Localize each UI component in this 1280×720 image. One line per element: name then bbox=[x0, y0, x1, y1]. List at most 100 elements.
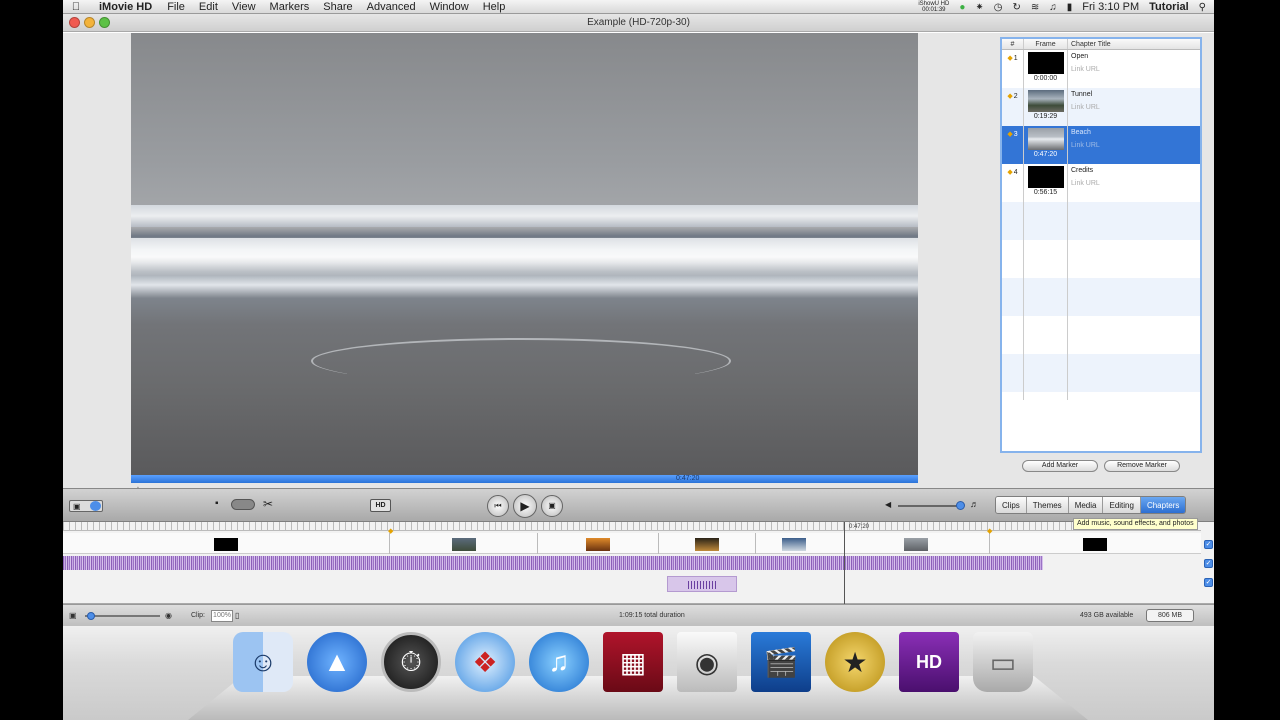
zoom-out-icon[interactable]: ▣ bbox=[69, 605, 77, 627]
menu-edit[interactable]: Edit bbox=[199, 1, 218, 13]
total-duration: 1:09:15 total duration bbox=[619, 612, 685, 619]
clip-zoom-field[interactable]: 100% bbox=[211, 610, 233, 622]
battery-icon[interactable]: ▮ bbox=[1067, 2, 1073, 13]
tab-themes[interactable]: Themes bbox=[1026, 497, 1069, 513]
clip-thumbnail[interactable] bbox=[782, 538, 806, 551]
timeline[interactable]: 0:47:20 ◆ ◆ ✓ ✓ ✓ bbox=[63, 522, 1214, 604]
col-title-header[interactable]: Chapter Title bbox=[1068, 39, 1200, 49]
chapter-title-cell[interactable]: Open Link URL bbox=[1068, 50, 1200, 88]
app-store-icon[interactable]: ▲ bbox=[307, 632, 367, 692]
camera-mode-switch[interactable] bbox=[231, 499, 255, 510]
clip-thumbnail[interactable] bbox=[214, 538, 238, 551]
tab-clips[interactable]: Clips bbox=[996, 497, 1027, 513]
menu-markers[interactable]: Markers bbox=[270, 1, 310, 13]
clip-thumbnail[interactable] bbox=[904, 538, 928, 551]
clip-thumbnail[interactable] bbox=[452, 538, 476, 551]
timeline-ruler[interactable] bbox=[63, 522, 1201, 531]
preview-icon[interactable]: ◉ bbox=[677, 632, 737, 692]
audio-clip[interactable] bbox=[667, 576, 737, 592]
clock[interactable]: Fri 3:10 PM bbox=[1082, 1, 1139, 13]
chapter-row-selected[interactable]: ◆3 0:47:20 Beach Link URL bbox=[1002, 126, 1200, 164]
timeline-zoom-slider[interactable] bbox=[85, 615, 160, 617]
zoom-in-icon[interactable]: ◉ bbox=[165, 605, 172, 627]
view-toggle[interactable]: ▣ bbox=[69, 500, 103, 512]
imovie-icon[interactable]: ★ bbox=[825, 632, 885, 692]
tab-editing[interactable]: Editing bbox=[1103, 497, 1141, 513]
col-number-header[interactable]: # bbox=[1002, 39, 1024, 49]
scissors-icon[interactable]: ✂ bbox=[263, 497, 273, 511]
user-menu[interactable]: Tutorial bbox=[1149, 1, 1189, 13]
menu-help[interactable]: Help bbox=[483, 1, 506, 13]
remove-marker-button[interactable]: Remove Marker bbox=[1104, 460, 1180, 472]
clip-view-icon[interactable]: ▣ bbox=[73, 502, 81, 511]
imovie-hd-icon[interactable]: HD bbox=[899, 632, 959, 692]
chapter-row[interactable]: ◆1 0:00:00 Open Link URL bbox=[1002, 50, 1200, 88]
chapter-title-cell[interactable]: Credits Link URL bbox=[1068, 164, 1200, 202]
audio-track[interactable] bbox=[63, 556, 1043, 570]
clip-thumbnail[interactable] bbox=[695, 538, 719, 551]
play-button[interactable]: ▶ bbox=[513, 494, 537, 518]
ishowu-status[interactable]: iShowU HD 00:01:39 bbox=[918, 1, 949, 13]
timeline-zoom-knob[interactable] bbox=[87, 612, 95, 620]
close-button[interactable] bbox=[69, 17, 80, 28]
menu-file[interactable]: File bbox=[167, 1, 185, 13]
bluetooth-icon[interactable]: ⁕ bbox=[975, 2, 983, 13]
empty-cell bbox=[1024, 354, 1068, 392]
menu-advanced[interactable]: Advanced bbox=[367, 1, 416, 13]
chapter-title[interactable]: Open bbox=[1071, 53, 1200, 60]
zoom-button[interactable] bbox=[99, 17, 110, 28]
menu-window[interactable]: Window bbox=[430, 1, 469, 13]
video-track[interactable]: ◆ ◆ bbox=[63, 528, 1201, 554]
rewind-button[interactable]: ⏮ bbox=[487, 495, 509, 517]
finder-icon[interactable]: ☺ bbox=[233, 632, 293, 692]
audio-track-checkbox[interactable]: ✓ bbox=[1204, 559, 1213, 568]
photo-booth-icon[interactable]: ▦ bbox=[603, 632, 663, 692]
col-frame-header[interactable]: Frame bbox=[1024, 39, 1068, 49]
chapter-link-url[interactable]: Link URL bbox=[1071, 104, 1200, 111]
scrubber-bar[interactable]: 0:47:20 bbox=[131, 475, 918, 483]
clip-zoom-stepper-icon[interactable]: ▯ bbox=[235, 605, 239, 627]
clip-thumbnail[interactable] bbox=[1083, 538, 1107, 551]
menu-app-name[interactable]: iMovie HD bbox=[99, 1, 152, 13]
volume-icon[interactable]: ♫ bbox=[1049, 2, 1057, 13]
itunes-icon[interactable]: ♫ bbox=[529, 632, 589, 692]
fullscreen-play-button[interactable]: ▣ bbox=[541, 495, 563, 517]
wifi-icon[interactable]: ≋ bbox=[1031, 2, 1039, 13]
chapter-link-url[interactable]: Link URL bbox=[1071, 180, 1200, 187]
chapter-title[interactable]: Credits bbox=[1071, 167, 1200, 174]
audio2-track-checkbox[interactable]: ✓ bbox=[1204, 578, 1213, 587]
chapter-marker-icon[interactable]: ◆ bbox=[987, 527, 992, 535]
timeline-view-icon[interactable] bbox=[90, 501, 101, 511]
chapter-marker-icon[interactable]: ◆ bbox=[388, 527, 393, 535]
menu-view[interactable]: View bbox=[232, 1, 256, 13]
volume-slider[interactable] bbox=[898, 505, 960, 507]
chapter-link-url[interactable]: Link URL bbox=[1071, 66, 1200, 73]
time-machine-icon[interactable]: ◷ bbox=[994, 2, 1003, 13]
chapter-row[interactable]: ◆4 0:56:15 Credits Link URL bbox=[1002, 164, 1200, 202]
chapter-row[interactable]: ◆2 0:19:29 Tunnel Link URL bbox=[1002, 88, 1200, 126]
add-marker-button[interactable]: Add Marker bbox=[1022, 460, 1098, 472]
record-dot-icon[interactable]: ● bbox=[959, 2, 965, 13]
chapter-link-url[interactable]: Link URL bbox=[1071, 142, 1200, 149]
dashboard-icon[interactable]: ⏱ bbox=[381, 632, 441, 692]
camera-mode-icon[interactable]: ▪ bbox=[215, 498, 219, 509]
spotlight-icon[interactable]: ⚲ bbox=[1199, 2, 1206, 13]
volume-knob[interactable] bbox=[956, 501, 965, 510]
final-cut-icon[interactable]: 🎬 bbox=[751, 632, 811, 692]
chapter-title[interactable]: Beach bbox=[1071, 129, 1200, 136]
chapter-title[interactable]: Tunnel bbox=[1071, 91, 1200, 98]
timeline-playhead[interactable] bbox=[844, 522, 845, 604]
apple-menu-icon[interactable]:  bbox=[63, 1, 89, 13]
video-viewer[interactable] bbox=[131, 33, 918, 475]
chapter-title-cell[interactable]: Beach Link URL bbox=[1068, 126, 1200, 164]
menu-share[interactable]: Share bbox=[323, 1, 352, 13]
tab-media[interactable]: Media bbox=[1068, 497, 1104, 513]
video-track-checkbox[interactable]: ✓ bbox=[1204, 540, 1213, 549]
trash-icon[interactable]: ▭ bbox=[973, 632, 1033, 692]
chapter-title-cell[interactable]: Tunnel Link URL bbox=[1068, 88, 1200, 126]
tab-chapters[interactable]: Chapters bbox=[1140, 497, 1186, 513]
minimize-button[interactable] bbox=[84, 17, 95, 28]
safari-icon[interactable]: ❖ bbox=[455, 632, 515, 692]
sync-icon[interactable]: ↻ bbox=[1013, 2, 1021, 13]
clip-thumbnail[interactable] bbox=[586, 538, 610, 551]
